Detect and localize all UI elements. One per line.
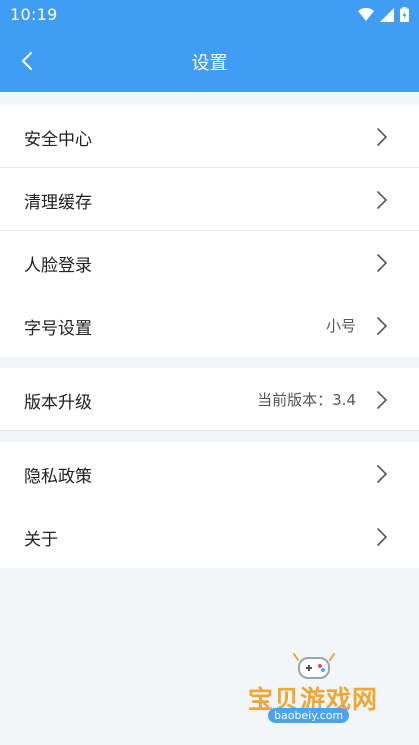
cellular-signal-icon xyxy=(380,7,394,22)
settings-row-privacy-policy[interactable]: 隐私政策 xyxy=(0,442,419,505)
divider xyxy=(0,430,419,431)
settings-row-security-center[interactable]: 安全中心 xyxy=(0,105,419,168)
wifi-icon xyxy=(358,7,374,21)
settings-group-version: 版本升级 当前版本：3.4 xyxy=(0,368,419,431)
font-size-value: 小号 xyxy=(325,317,356,335)
status-icons xyxy=(358,7,409,22)
chevron-right-icon xyxy=(377,128,387,146)
settings-row-about[interactable]: 关于 xyxy=(0,505,419,568)
page-title: 设置 xyxy=(191,53,228,74)
app-bar: 设置 xyxy=(0,30,419,92)
settings-row-clear-cache[interactable]: 清理缓存 xyxy=(0,168,419,231)
gamepad-icon xyxy=(293,653,335,679)
row-label: 清理缓存 xyxy=(24,193,92,213)
watermark-url: baobeiy.com xyxy=(268,708,350,723)
chevron-right-icon xyxy=(377,254,387,272)
chevron-right-icon xyxy=(377,528,387,546)
status-time: 10:19 xyxy=(10,5,58,24)
chevron-right-icon xyxy=(377,317,387,335)
watermark-logo: 宝贝游戏网 baobeiy.com xyxy=(240,650,390,730)
settings-group-general: 安全中心 清理缓存 人脸登录 字号设置 小号 xyxy=(0,105,419,357)
chevron-right-icon xyxy=(377,465,387,483)
row-label: 隐私政策 xyxy=(24,467,92,487)
row-label: 关于 xyxy=(24,530,58,550)
current-version-value: 当前版本：3.4 xyxy=(257,391,356,409)
settings-row-font-size[interactable]: 字号设置 小号 xyxy=(0,294,419,357)
row-label: 人脸登录 xyxy=(24,256,92,276)
battery-icon xyxy=(400,7,409,22)
row-label: 字号设置 xyxy=(24,319,92,339)
settings-row-version-upgrade[interactable]: 版本升级 当前版本：3.4 xyxy=(0,368,419,431)
chevron-right-icon xyxy=(377,391,387,409)
settings-row-face-login[interactable]: 人脸登录 xyxy=(0,231,419,294)
row-label: 版本升级 xyxy=(24,393,92,413)
row-label: 安全中心 xyxy=(24,130,92,150)
status-bar: 10:19 xyxy=(0,0,419,30)
settings-group-about: 隐私政策 关于 xyxy=(0,442,419,568)
chevron-right-icon xyxy=(377,191,387,209)
